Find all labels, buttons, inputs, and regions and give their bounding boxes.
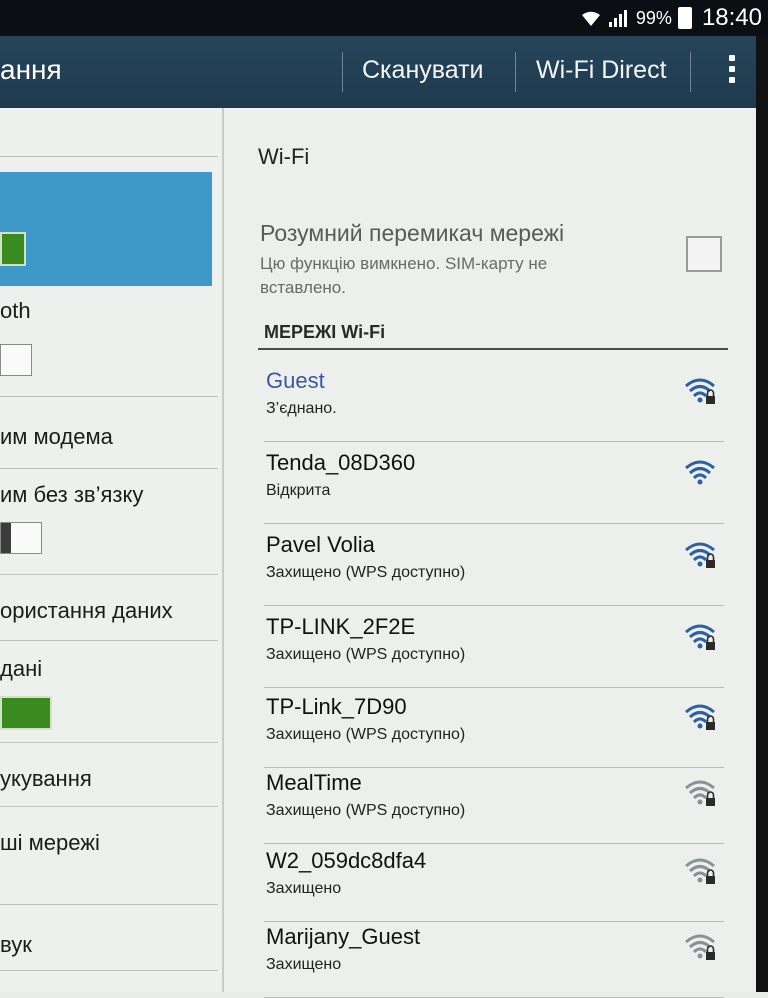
status-icons: 99% 18:40 (580, 4, 762, 32)
battery-percent: 99% (635, 7, 672, 28)
signal-icon (608, 10, 627, 27)
networks-section-title: МЕРЕЖІ Wi-Fi (264, 322, 386, 342)
smart-switch-description: Цю функцію вимкнено. SIM-карту не вставл… (260, 254, 548, 297)
network-status: Відкрита (266, 482, 331, 499)
network-name: TP-Link_7D90 (266, 694, 407, 719)
screen-edge (756, 36, 768, 992)
action-bar: ання Сканувати Wi-Fi Direct (0, 36, 768, 108)
wifi-lock-icon (685, 378, 715, 404)
divider (0, 904, 218, 905)
sidebar-item-tethering[interactable]: им модема (0, 424, 113, 450)
divider (264, 523, 724, 524)
divider (0, 742, 218, 743)
divider (264, 441, 724, 442)
scan-button[interactable]: Сканувати (362, 56, 484, 85)
wifi-icon (685, 460, 715, 485)
network-item[interactable]: Guest З’єднано. (264, 362, 724, 442)
divider (0, 970, 218, 971)
network-name: Marijany_Guest (266, 924, 421, 949)
network-status: Захищено (WPS доступно) (266, 726, 466, 743)
network-name: MealTime (266, 770, 362, 795)
network-status: Захищено (266, 956, 342, 973)
wifi-lock-icon (685, 542, 715, 568)
more-options-icon[interactable] (726, 50, 738, 94)
network-status: З’єднано. (266, 400, 337, 417)
clock: 18:40 (701, 4, 762, 31)
wifi-direct-button[interactable]: Wi-Fi Direct (536, 56, 667, 85)
divider (264, 605, 724, 606)
divider (0, 806, 218, 807)
divider (0, 468, 218, 469)
action-divider (690, 52, 691, 92)
sidebar-item-bluetooth[interactable]: oth (0, 298, 31, 324)
offline-mode-toggle[interactable] (0, 522, 42, 554)
network-status: Захищено (266, 880, 342, 897)
network-item[interactable]: W2_059dc8dfa4 Захищено (264, 842, 724, 922)
sidebar-item-more-networks[interactable]: ші мережі (0, 830, 100, 856)
network-status: Захищено (WPS доступно) (266, 802, 466, 819)
battery-icon (677, 7, 692, 29)
sidebar-item-wifi-selected[interactable] (0, 172, 212, 286)
network-status: Захищено (WPS доступно) (266, 646, 466, 663)
wifi-lock-icon (685, 934, 715, 960)
divider (0, 574, 218, 575)
divider (0, 640, 218, 641)
section-divider (258, 348, 728, 350)
sidebar-item-sound[interactable]: вук (0, 932, 32, 958)
bluetooth-toggle[interactable] (0, 344, 32, 376)
network-item[interactable]: Marijany_Guest Захищено (264, 918, 724, 998)
status-bar: 99% 18:40 (0, 0, 768, 36)
network-name: Pavel Volia (266, 532, 375, 557)
divider (0, 396, 218, 397)
network-item[interactable]: MealTime Захищено (WPS доступно) (264, 764, 724, 844)
wifi-lock-icon (685, 858, 715, 884)
network-name: Tenda_08D360 (266, 450, 416, 475)
action-divider (515, 52, 516, 92)
network-name: Guest (266, 368, 325, 393)
network-item[interactable]: TP-Link_7D90 Захищено (WPS доступно) (264, 688, 724, 768)
wifi-settings-panel: Wi-Fi Розумний перемикач мережі Цю функц… (224, 108, 768, 998)
smart-switch-checkbox[interactable] (686, 236, 722, 272)
network-name: W2_059dc8dfa4 (266, 848, 427, 873)
mobile-data-toggle[interactable] (0, 696, 52, 730)
network-status: Захищено (WPS доступно) (266, 564, 466, 581)
wifi-lock-icon (685, 704, 715, 730)
network-name: TP-LINK_2F2E (266, 614, 416, 639)
sidebar-item-printing[interactable]: укування (0, 766, 92, 792)
wifi-lock-icon (685, 624, 715, 650)
action-divider (342, 52, 343, 92)
sidebar-item-mobile-data[interactable]: дані (0, 656, 42, 682)
sidebar-item-offline-mode[interactable]: им без зв’язку (0, 482, 143, 508)
sidebar-item-data-usage[interactable]: ористання даних (0, 598, 173, 624)
settings-sidebar: oth им модема им без зв’язку ористання д… (0, 108, 224, 992)
network-item[interactable]: TP-LINK_2F2E Захищено (WPS доступно) (264, 608, 724, 688)
smart-switch-title[interactable]: Розумний перемикач мережі (260, 220, 564, 247)
page-title: ання (0, 54, 62, 85)
divider (0, 156, 218, 157)
wifi-status-icon (581, 11, 600, 26)
wifi-lock-icon (685, 780, 715, 806)
wifi-toggle[interactable] (0, 232, 26, 266)
network-item[interactable]: Pavel Volia Захищено (WPS доступно) (264, 526, 724, 606)
wifi-header: Wi-Fi (258, 144, 310, 169)
network-item[interactable]: Tenda_08D360 Відкрита (264, 444, 724, 524)
